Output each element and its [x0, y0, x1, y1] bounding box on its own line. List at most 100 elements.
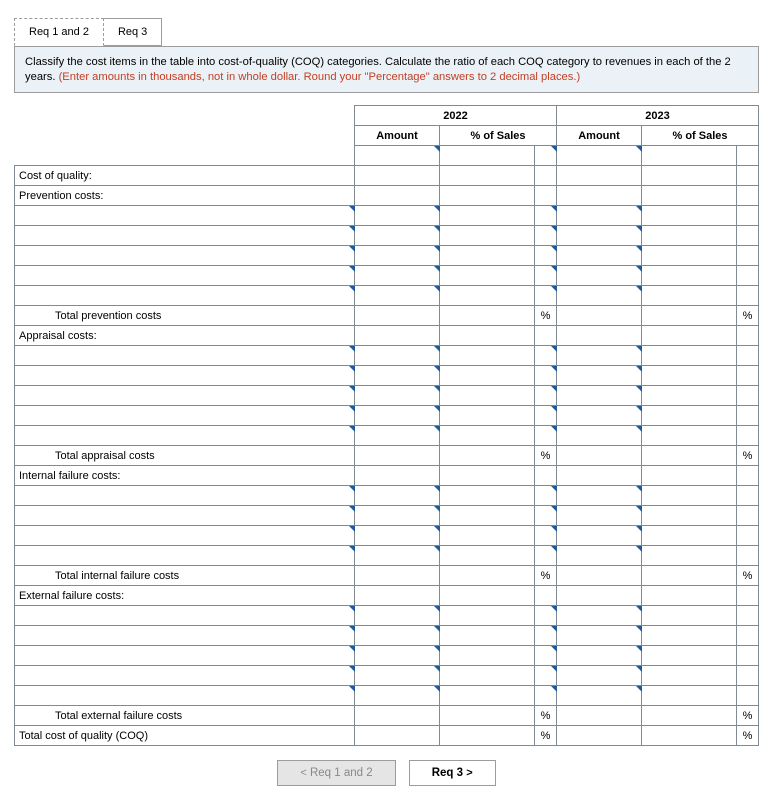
- dropdown-cell[interactable]: [15, 286, 355, 306]
- input-cell[interactable]: [440, 366, 535, 386]
- input-cell[interactable]: [557, 606, 642, 626]
- dropdown-cell[interactable]: [15, 246, 355, 266]
- input-cell[interactable]: [355, 426, 440, 446]
- input-cell[interactable]: [535, 386, 557, 406]
- input-cell[interactable]: [355, 666, 440, 686]
- input-cell[interactable]: [737, 466, 759, 486]
- input-cell[interactable]: [535, 266, 557, 286]
- dropdown-cell[interactable]: [15, 626, 355, 646]
- input-cell[interactable]: [642, 406, 737, 426]
- input-cell[interactable]: [557, 166, 642, 186]
- input-cell[interactable]: [642, 686, 737, 706]
- input-cell[interactable]: [642, 726, 737, 746]
- tab-req3[interactable]: Req 3: [103, 18, 162, 46]
- input-cell[interactable]: [440, 506, 535, 526]
- input-cell[interactable]: [737, 326, 759, 346]
- dropdown-cell[interactable]: [15, 406, 355, 426]
- input-cell[interactable]: [642, 706, 737, 726]
- input-cell[interactable]: [642, 146, 737, 166]
- input-cell[interactable]: [642, 366, 737, 386]
- input-cell[interactable]: [737, 146, 759, 166]
- input-cell[interactable]: [642, 486, 737, 506]
- input-cell[interactable]: [440, 686, 535, 706]
- input-cell[interactable]: [355, 626, 440, 646]
- input-cell[interactable]: [440, 346, 535, 366]
- input-cell[interactable]: [737, 186, 759, 206]
- input-cell[interactable]: [535, 426, 557, 446]
- input-cell[interactable]: [440, 286, 535, 306]
- input-cell[interactable]: [355, 366, 440, 386]
- input-cell[interactable]: [535, 626, 557, 646]
- input-cell[interactable]: [557, 346, 642, 366]
- input-cell[interactable]: [440, 146, 535, 166]
- input-cell[interactable]: [535, 586, 557, 606]
- input-cell[interactable]: [535, 166, 557, 186]
- input-cell[interactable]: [535, 286, 557, 306]
- input-cell[interactable]: [737, 486, 759, 506]
- input-cell[interactable]: [737, 426, 759, 446]
- input-cell[interactable]: [355, 646, 440, 666]
- input-cell[interactable]: [355, 686, 440, 706]
- input-cell[interactable]: [535, 466, 557, 486]
- input-cell[interactable]: [440, 646, 535, 666]
- input-cell[interactable]: [440, 306, 535, 326]
- input-cell[interactable]: [535, 326, 557, 346]
- input-cell[interactable]: [535, 526, 557, 546]
- input-cell[interactable]: [355, 706, 440, 726]
- dropdown-cell[interactable]: [15, 226, 355, 246]
- input-cell[interactable]: [355, 566, 440, 586]
- input-cell[interactable]: [557, 426, 642, 446]
- input-cell[interactable]: [440, 386, 535, 406]
- dropdown-cell[interactable]: [15, 266, 355, 286]
- input-cell[interactable]: [557, 386, 642, 406]
- input-cell[interactable]: [737, 226, 759, 246]
- input-cell[interactable]: [535, 246, 557, 266]
- input-cell[interactable]: [355, 146, 440, 166]
- input-cell[interactable]: [737, 606, 759, 626]
- input-cell[interactable]: [440, 446, 535, 466]
- dropdown-cell[interactable]: [15, 506, 355, 526]
- input-cell[interactable]: [557, 266, 642, 286]
- input-cell[interactable]: [737, 666, 759, 686]
- input-cell[interactable]: [440, 626, 535, 646]
- input-cell[interactable]: [440, 726, 535, 746]
- input-cell[interactable]: [642, 566, 737, 586]
- input-cell[interactable]: [355, 226, 440, 246]
- input-cell[interactable]: [737, 366, 759, 386]
- input-cell[interactable]: [535, 646, 557, 666]
- input-cell[interactable]: [557, 206, 642, 226]
- input-cell[interactable]: [557, 626, 642, 646]
- input-cell[interactable]: [557, 226, 642, 246]
- input-cell[interactable]: [737, 546, 759, 566]
- input-cell[interactable]: [737, 686, 759, 706]
- dropdown-cell[interactable]: [15, 606, 355, 626]
- dropdown-cell[interactable]: [15, 646, 355, 666]
- input-cell[interactable]: [737, 386, 759, 406]
- input-cell[interactable]: [642, 306, 737, 326]
- input-cell[interactable]: [557, 406, 642, 426]
- tab-req12[interactable]: Req 1 and 2: [14, 18, 104, 46]
- input-cell[interactable]: [355, 586, 440, 606]
- input-cell[interactable]: [642, 206, 737, 226]
- input-cell[interactable]: [355, 486, 440, 506]
- input-cell[interactable]: [557, 706, 642, 726]
- input-cell[interactable]: [557, 686, 642, 706]
- input-cell[interactable]: [642, 346, 737, 366]
- input-cell[interactable]: [535, 146, 557, 166]
- input-cell[interactable]: [642, 326, 737, 346]
- dropdown-cell[interactable]: [15, 666, 355, 686]
- input-cell[interactable]: [557, 566, 642, 586]
- input-cell[interactable]: [355, 386, 440, 406]
- input-cell[interactable]: [440, 486, 535, 506]
- input-cell[interactable]: [557, 286, 642, 306]
- dropdown-cell[interactable]: [15, 486, 355, 506]
- input-cell[interactable]: [557, 306, 642, 326]
- input-cell[interactable]: [535, 206, 557, 226]
- input-cell[interactable]: [355, 606, 440, 626]
- input-cell[interactable]: [535, 366, 557, 386]
- input-cell[interactable]: [355, 206, 440, 226]
- dropdown-cell[interactable]: [15, 426, 355, 446]
- input-cell[interactable]: [642, 526, 737, 546]
- input-cell[interactable]: [440, 246, 535, 266]
- input-cell[interactable]: [737, 586, 759, 606]
